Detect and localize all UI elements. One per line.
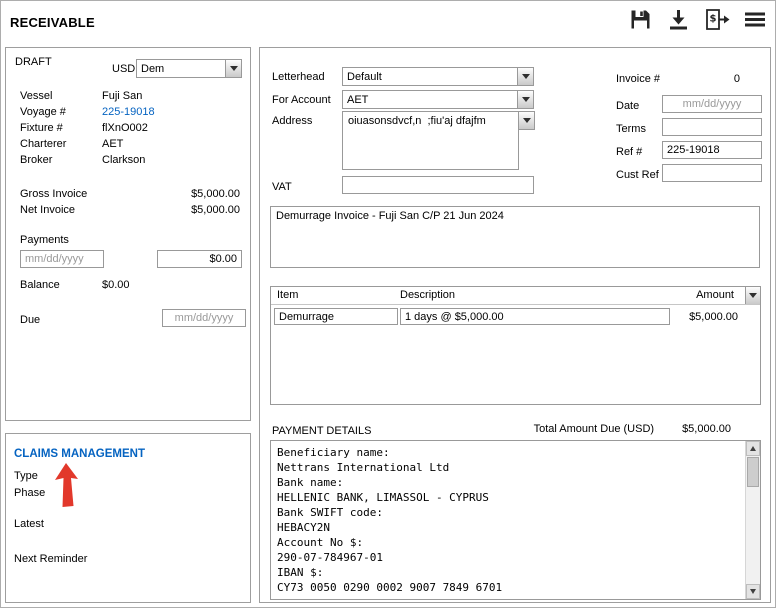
vat-label: VAT xyxy=(272,181,292,193)
letterhead-dropdown[interactable]: Default xyxy=(342,67,534,86)
claim-type-label: Type xyxy=(14,470,38,482)
cust-ref-label: Cust Ref xyxy=(616,169,659,181)
cust-ref-input[interactable] xyxy=(662,164,762,182)
download-icon[interactable] xyxy=(665,6,692,33)
address-input[interactable]: oiuasonsdvcf,n ;fiu'aj dfajfm xyxy=(342,111,519,170)
vessel-label: Vessel xyxy=(20,90,52,102)
fixture-value: flXnO002 xyxy=(102,122,148,134)
vessel-value: Fuji San xyxy=(102,90,142,102)
save-icon[interactable] xyxy=(627,6,654,33)
chevron-down-icon[interactable] xyxy=(517,91,533,108)
payment-details-text[interactable]: Beneficiary name: Nettrans International… xyxy=(271,441,744,599)
total-amount-label: Total Amount Due (USD) xyxy=(534,423,654,435)
items-table-header: Item Description Amount xyxy=(271,287,760,305)
status-label: DRAFT xyxy=(15,56,52,68)
invoice-export-icon[interactable]: $ xyxy=(703,6,730,33)
due-label: Due xyxy=(20,314,40,326)
charterer-label: Charterer xyxy=(20,138,66,150)
description-input[interactable]: Demurrage Invoice - Fuji San C/P 21 Jun … xyxy=(270,206,760,268)
column-header-description: Description xyxy=(400,289,455,301)
date-label: Date xyxy=(616,100,639,112)
ref-label: Ref # xyxy=(616,146,642,158)
address-dropdown-button[interactable] xyxy=(518,111,535,130)
payment-details-label: PAYMENT DETAILS xyxy=(272,425,371,437)
address-label: Address xyxy=(272,115,312,127)
menu-icon[interactable] xyxy=(741,6,768,33)
for-account-label: For Account xyxy=(272,94,331,106)
scrollbar-thumb[interactable] xyxy=(747,457,759,487)
claim-latest-label: Latest xyxy=(14,518,44,530)
for-account-dropdown[interactable]: AET xyxy=(342,90,534,109)
charterer-value: AET xyxy=(102,138,123,150)
total-amount-value: $5,000.00 xyxy=(682,423,731,435)
receivable-window: RECEIVABLE $ xyxy=(0,0,776,608)
claims-panel: CLAIMS MANAGEMENT Type Phase Latest Next… xyxy=(5,433,251,603)
chevron-down-icon[interactable] xyxy=(225,60,241,77)
toolbar: $ xyxy=(627,6,768,33)
invoice-type-value: Dem xyxy=(137,60,225,77)
svg-text:$: $ xyxy=(709,14,716,25)
gross-invoice-value: $5,000.00 xyxy=(191,188,240,200)
net-invoice-value: $5,000.00 xyxy=(191,204,240,216)
broker-value: Clarkson xyxy=(102,154,145,166)
item-description-input[interactable] xyxy=(400,308,670,325)
invoice-type-dropdown[interactable]: Dem xyxy=(136,59,242,78)
gross-invoice-label: Gross Invoice xyxy=(20,188,87,200)
scroll-down-button[interactable] xyxy=(746,584,760,599)
currency-label: USD xyxy=(112,63,135,75)
page-title: RECEIVABLE xyxy=(10,15,95,30)
total-amount-row: Total Amount Due (USD) $5,000.00 xyxy=(534,423,731,435)
letterhead-label: Letterhead xyxy=(272,71,325,83)
column-header-item: Item xyxy=(277,289,298,301)
items-table: Item Description Amount $5,000.00 xyxy=(270,286,761,405)
payment-details-box: Beneficiary name: Nettrans International… xyxy=(270,440,761,600)
triangle-down-icon xyxy=(750,589,756,594)
claims-management-link[interactable]: CLAIMS MANAGEMENT xyxy=(14,448,145,460)
invoice-number-value: 0 xyxy=(662,73,740,85)
annotation-arrow-icon xyxy=(52,462,82,510)
claim-phase-label: Phase xyxy=(14,487,45,499)
ref-input[interactable] xyxy=(662,141,762,159)
payment-amount-input[interactable] xyxy=(157,250,242,268)
chevron-down-icon[interactable] xyxy=(519,112,534,129)
triangle-up-icon xyxy=(750,446,756,451)
voyage-link[interactable]: 225-19018 xyxy=(102,106,155,118)
balance-label: Balance xyxy=(20,279,60,291)
terms-input[interactable] xyxy=(662,118,762,136)
table-options-dropdown[interactable] xyxy=(745,287,760,304)
payments-label: Payments xyxy=(20,234,69,246)
column-header-amount: Amount xyxy=(696,289,734,301)
date-input[interactable] xyxy=(662,95,762,113)
fixture-label: Fixture # xyxy=(20,122,63,134)
letterhead-value: Default xyxy=(343,68,517,85)
balance-value: $0.00 xyxy=(102,279,130,291)
chevron-down-icon[interactable] xyxy=(517,68,533,85)
item-amount-value: $5,000.00 xyxy=(689,311,738,323)
payment-date-input[interactable] xyxy=(20,250,104,268)
item-input[interactable] xyxy=(274,308,398,325)
draft-panel: DRAFT USD Dem Vessel Fuji San Voyage # 2… xyxy=(5,47,251,421)
vat-input[interactable] xyxy=(342,176,534,194)
broker-label: Broker xyxy=(20,154,52,166)
due-date-input[interactable] xyxy=(162,309,246,327)
scroll-up-button[interactable] xyxy=(746,441,760,456)
terms-label: Terms xyxy=(616,123,646,135)
scrollbar[interactable] xyxy=(745,441,760,599)
net-invoice-label: Net Invoice xyxy=(20,204,75,216)
next-reminder-label: Next Reminder xyxy=(14,553,87,565)
invoice-number-label: Invoice # xyxy=(616,73,660,85)
invoice-panel: Letterhead Default For Account AET Addre… xyxy=(259,47,771,603)
for-account-value: AET xyxy=(343,91,517,108)
voyage-label: Voyage # xyxy=(20,106,66,118)
